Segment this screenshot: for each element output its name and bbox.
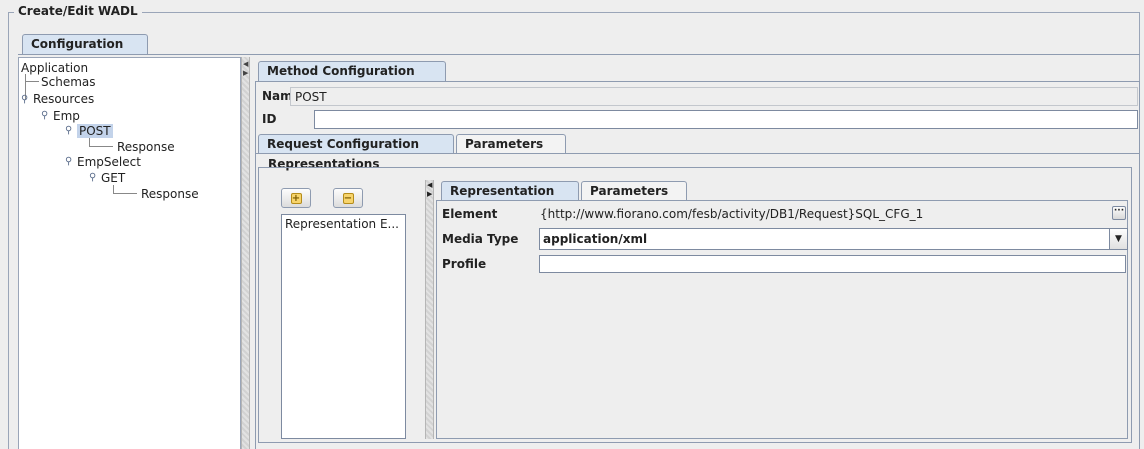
tree-item-emp[interactable]: Emp [53, 109, 80, 123]
id-input[interactable] [314, 110, 1138, 129]
minus-icon: − [342, 192, 354, 204]
representation-split-divider[interactable]: ◀ ▶ [425, 180, 434, 439]
expanded-node-icon[interactable]: ⚲ [21, 95, 30, 105]
ellipsis-icon: ··· [1113, 206, 1125, 216]
split-pane-divider[interactable]: ◀ ▶ [241, 57, 250, 449]
tree-item-empselect[interactable]: EmpSelect [77, 155, 141, 169]
representation-list[interactable]: Representation E... [281, 214, 406, 439]
profile-label: Profile [442, 257, 487, 271]
tab-baseline [255, 153, 1140, 154]
expanded-node-icon[interactable]: ⚲ [89, 173, 98, 183]
browse-element-button[interactable]: ··· [1112, 206, 1126, 220]
tree-item-application[interactable]: Application [21, 61, 88, 75]
window-title: Create/Edit WADL [14, 4, 142, 18]
dropdown-arrow[interactable]: ▼ [1109, 229, 1127, 249]
tab-method-configuration[interactable]: Method Configuration [258, 61, 446, 82]
tree-item-post-label: POST [77, 124, 113, 138]
tab-representation[interactable]: Representation [441, 181, 579, 201]
tree-item-post-response[interactable]: Response [117, 140, 175, 154]
tab-request-configuration[interactable]: Request Configuration [258, 134, 454, 154]
tab-configuration[interactable]: Configuration [22, 34, 148, 55]
tree-item-get-response[interactable]: Response [141, 187, 199, 201]
tree-line [25, 81, 39, 82]
media-type-label: Media Type [442, 232, 519, 246]
tab-representation-parameters[interactable]: Parameters [581, 181, 687, 201]
expanded-node-icon[interactable]: ⚲ [65, 157, 74, 167]
media-type-select[interactable]: application/xml ▼ [539, 228, 1128, 250]
remove-representation-button[interactable]: − [333, 188, 363, 208]
name-value: POST [295, 90, 327, 104]
id-label: ID [262, 112, 277, 126]
expand-right-icon[interactable]: ▶ [427, 191, 432, 198]
element-label: Element [442, 207, 498, 221]
collapse-left-icon[interactable]: ◀ [243, 61, 248, 68]
tree-item-resources[interactable]: Resources [33, 92, 94, 106]
list-item[interactable]: Representation E... [285, 217, 399, 231]
resource-tree[interactable]: Application Schemas ⚲ Resources ⚲ Emp ⚲ … [18, 57, 241, 449]
add-representation-button[interactable]: + [281, 188, 311, 208]
tree-line [89, 146, 113, 147]
tab-baseline [18, 54, 1140, 55]
media-type-value: application/xml [543, 232, 648, 246]
profile-input[interactable] [539, 255, 1126, 273]
tree-item-get[interactable]: GET [101, 171, 125, 185]
element-value: {http://www.fiorano.com/fesb/activity/DB… [540, 207, 924, 221]
collapse-left-icon[interactable]: ◀ [427, 182, 432, 189]
expand-right-icon[interactable]: ▶ [243, 70, 248, 77]
tree-line [113, 193, 137, 194]
expanded-node-icon[interactable]: ⚲ [65, 126, 74, 136]
expanded-node-icon[interactable]: ⚲ [41, 111, 50, 121]
name-field: POST [290, 87, 1138, 106]
chevron-down-icon: ▼ [1115, 234, 1122, 244]
plus-icon: + [290, 192, 302, 204]
tree-item-post[interactable]: POST [77, 124, 113, 138]
tab-parameters[interactable]: Parameters [456, 134, 566, 154]
tree-item-schemas[interactable]: Schemas [41, 75, 96, 89]
